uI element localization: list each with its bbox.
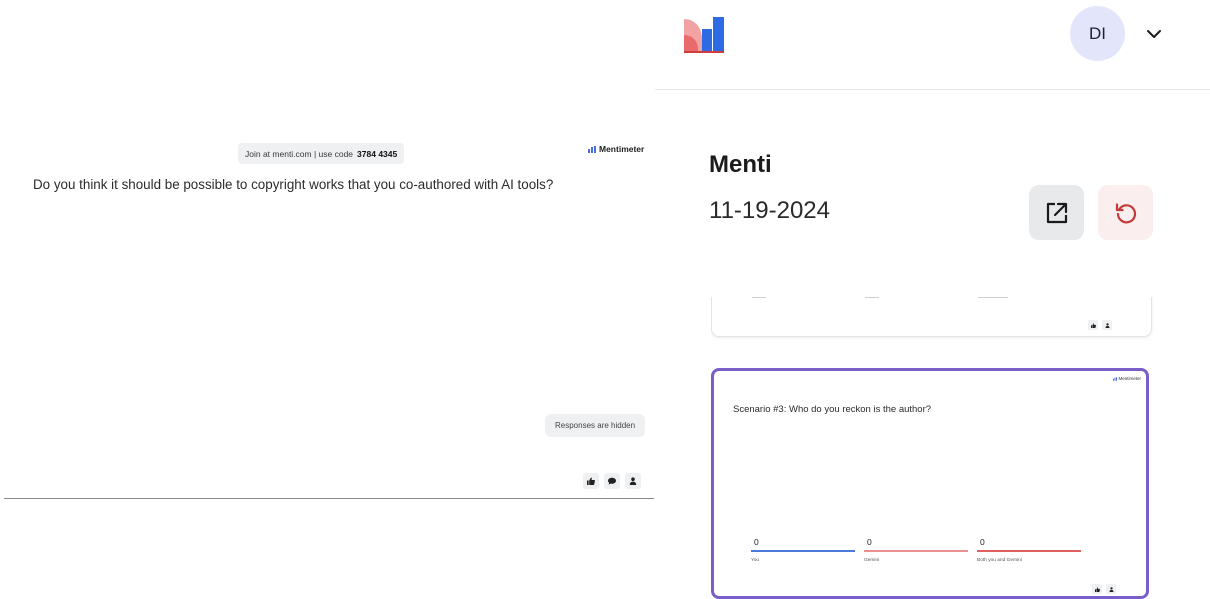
result-option: 0 Both you and Gemini: [977, 537, 1081, 563]
result-option: 0 Gemini: [864, 537, 968, 563]
option-label: Gemini: [864, 558, 880, 563]
thumbs-up-icon: [1092, 584, 1102, 594]
open-external-button[interactable]: [1029, 185, 1084, 240]
option-count: 0: [980, 537, 985, 547]
join-code: 3784 4345: [357, 148, 398, 159]
presentation-slide: Join at menti.com | use code 3784 4345 M…: [0, 0, 655, 599]
slide-list[interactable]: Mentimeter Scenario #3: Who do you recko…: [711, 297, 1154, 599]
slide-question: Scenario #3: Who do you reckon is the au…: [733, 404, 932, 415]
responses-hidden-badge: Responses are hidden: [545, 414, 646, 437]
thumbs-up-icon[interactable]: [583, 473, 599, 489]
option-bar: [751, 550, 855, 552]
option-bar: [977, 550, 1081, 552]
join-instructions: Join at menti.com | use code 3784 4345: [238, 143, 405, 164]
user-avatar[interactable]: DI: [1070, 6, 1125, 61]
join-text: Join at menti.com | use code: [245, 148, 354, 159]
mentimeter-brand: Mentimeter: [588, 144, 644, 154]
slide-thumbnail-current[interactable]: Mentimeter Scenario #3: Who do you recko…: [711, 368, 1149, 599]
reaction-bar: [583, 473, 641, 489]
top-bar: DI: [655, 0, 1210, 90]
mentimeter-logo-icon[interactable]: [684, 15, 724, 53]
presentation-date: 11-19-2024: [709, 197, 830, 224]
person-icon: [1102, 320, 1112, 330]
thumbs-up-icon: [1088, 320, 1098, 330]
option-count: 0: [754, 537, 759, 547]
option-label: You: [751, 558, 760, 563]
presentation-panel: DI Menti 11-19-2024 Mentimeter Scenario …: [655, 0, 1210, 599]
comment-icon[interactable]: [604, 473, 620, 489]
option-label: Both you and Gemini: [977, 558, 1022, 563]
mentimeter-brand: Mentimeter: [1113, 376, 1141, 381]
person-icon[interactable]: [625, 473, 641, 489]
mentimeter-logo-icon: [588, 145, 596, 153]
reset-icon: [1115, 202, 1136, 223]
presentation-title: Menti: [709, 151, 772, 178]
external-link-icon: [1046, 202, 1067, 223]
result-option: 0 You: [751, 537, 855, 563]
reset-results-button[interactable]: [1098, 185, 1153, 240]
slide-thumbnail-previous[interactable]: [711, 297, 1152, 337]
option-bar: [864, 550, 968, 552]
slide-question: Do you think it should be possible to co…: [33, 177, 554, 192]
slide-divider: [4, 498, 654, 499]
chevron-down-icon[interactable]: [1145, 25, 1163, 43]
option-count: 0: [867, 537, 872, 547]
person-icon: [1106, 584, 1116, 594]
